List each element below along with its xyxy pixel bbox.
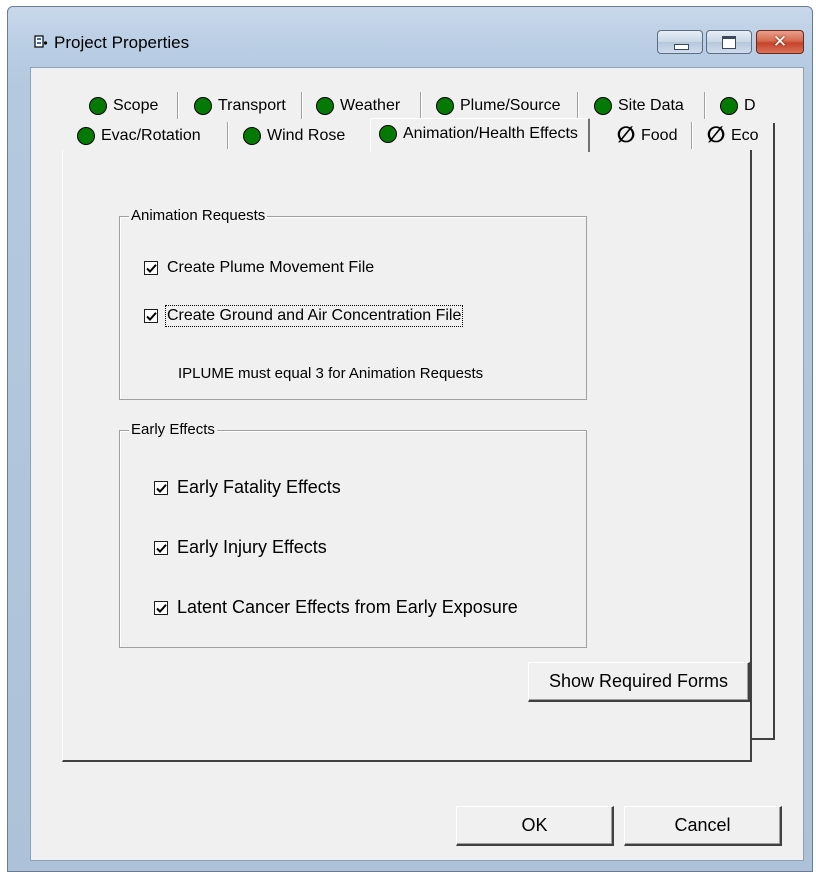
checkbox-box[interactable] <box>154 540 168 555</box>
early-injury-checkbox[interactable]: Early Injury Effects <box>154 537 327 558</box>
checkbox-label: Create Plume Movement File <box>167 259 375 276</box>
checkmark-icon <box>156 543 167 553</box>
tab-label: Plume/Source <box>460 96 561 114</box>
ground-air-concentration-checkbox[interactable]: Create Ground and Air Concentration File <box>144 305 464 327</box>
minimize-icon <box>674 44 689 50</box>
app-icon <box>34 35 48 48</box>
checkbox-box[interactable] <box>154 480 168 495</box>
tab-separator <box>227 122 229 149</box>
tab-label: Transport <box>218 96 286 114</box>
iplume-note: IPLUME must equal 3 for Animation Reques… <box>178 365 484 382</box>
checkbox-box[interactable] <box>144 261 158 275</box>
animation-requests-group: Animation Requests Create Plume Movement… <box>119 207 587 400</box>
close-button[interactable]: ✕ <box>756 30 804 54</box>
group-title: Early Effects <box>129 421 217 438</box>
checkmark-icon <box>156 483 167 493</box>
tab-label: Evac/Rotation <box>101 126 201 144</box>
plume-movement-checkbox[interactable]: Create Plume Movement File <box>144 259 374 277</box>
tab-panel-animation-health-effects: Animation Requests Create Plume Movement… <box>62 150 752 762</box>
dialog-client-area: Scope Transport Weather Plume/Source Sit… <box>30 67 804 861</box>
not-applicable-icon: ∅ <box>706 122 726 148</box>
status-ok-icon <box>77 126 95 145</box>
checkmark-icon <box>146 264 157 273</box>
status-ok-icon <box>594 96 612 115</box>
tab-site-data[interactable]: Site Data <box>594 90 684 118</box>
title-bar[interactable]: Project Properties ✕ <box>8 7 812 67</box>
status-ok-icon <box>436 96 454 115</box>
tab-separator <box>301 92 303 119</box>
checkbox-label: Latent Cancer Effects from Early Exposur… <box>177 597 518 617</box>
checkmark-icon <box>156 603 167 613</box>
tab-animation-health-effects[interactable]: Animation/Health Effects <box>370 118 590 152</box>
tab-separator <box>420 92 422 119</box>
window-title: Project Properties <box>54 33 190 52</box>
tab-label: Animation/Health Effects <box>403 125 578 142</box>
close-icon: ✕ <box>772 32 788 52</box>
cancel-button[interactable]: Cancel <box>624 806 782 846</box>
maximize-button[interactable] <box>706 30 752 54</box>
tab-label: D <box>744 96 756 114</box>
tab-separator <box>704 92 706 119</box>
group-title: Animation Requests <box>129 207 268 224</box>
tab-label: Wind Rose <box>267 126 346 144</box>
checkbox-label: Create Ground and Air Concentration File <box>164 305 464 327</box>
checkmark-icon <box>146 312 157 321</box>
status-ok-icon <box>194 96 212 115</box>
status-ok-icon <box>379 125 397 143</box>
tab-eco[interactable]: ∅ Eco <box>705 120 775 148</box>
status-ok-icon <box>720 96 738 115</box>
status-ok-icon <box>89 96 107 115</box>
checkbox-label: Early Fatality Effects <box>177 477 341 497</box>
checkbox-label: Early Injury Effects <box>177 537 327 557</box>
tab-label: Site Data <box>618 96 684 114</box>
tab-evac-rotation[interactable]: Evac/Rotation <box>77 120 201 148</box>
tab-food[interactable]: ∅ Food <box>615 120 678 148</box>
show-required-forms-button[interactable]: Show Required Forms <box>528 662 750 702</box>
early-fatality-checkbox[interactable]: Early Fatality Effects <box>154 477 341 498</box>
not-applicable-icon: ∅ <box>616 122 636 148</box>
tab-label: Food <box>641 126 678 144</box>
tab-separator <box>577 92 579 119</box>
tab-label: Scope <box>113 96 159 114</box>
project-properties-window: Project Properties ✕ Scope Transport Wea… <box>7 6 813 872</box>
checkbox-box[interactable] <box>144 309 158 323</box>
status-ok-icon <box>316 96 334 115</box>
status-ok-icon <box>243 126 261 145</box>
tab-d[interactable]: D <box>720 90 756 118</box>
tab-weather[interactable]: Weather <box>316 90 400 118</box>
tab-transport[interactable]: Transport <box>194 90 286 118</box>
checkbox-box[interactable] <box>154 600 168 615</box>
tab-label: Eco <box>731 126 759 144</box>
tab-separator <box>177 92 179 119</box>
maximize-icon <box>722 36 736 49</box>
ok-button[interactable]: OK <box>456 806 614 846</box>
minimize-button[interactable] <box>657 30 703 54</box>
tab-separator <box>691 122 693 149</box>
tab-plume-source[interactable]: Plume/Source <box>436 90 561 118</box>
early-effects-group: Early Effects Early Fatality Effects Ear… <box>119 421 587 648</box>
tab-label: Weather <box>340 96 401 114</box>
tab-wind-rose[interactable]: Wind Rose <box>243 120 345 148</box>
tab-scope[interactable]: Scope <box>89 90 158 118</box>
latent-cancer-checkbox[interactable]: Latent Cancer Effects from Early Exposur… <box>154 597 518 618</box>
